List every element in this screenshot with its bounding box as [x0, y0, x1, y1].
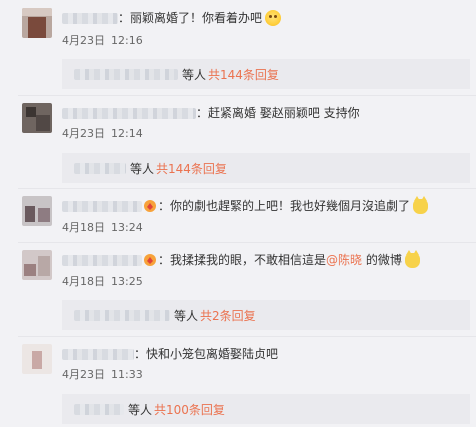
comment-text: 你的劇也趕緊的上吧！我也好幾個月沒追劇了	[170, 199, 411, 213]
reply-count-link[interactable]: 共100条回复	[154, 401, 225, 418]
divider	[18, 188, 476, 189]
reply-users-blurred	[74, 309, 170, 321]
reply-count-link[interactable]: 共144条回复	[208, 66, 279, 83]
member-badge-icon	[144, 254, 156, 266]
comment-time: 11:33	[111, 368, 143, 381]
reply-summary[interactable]: 等人 共100条回复	[62, 394, 470, 424]
reply-summary[interactable]: 等人 共2条回复	[62, 300, 470, 330]
avatar[interactable]	[22, 103, 52, 133]
reply-count-link[interactable]: 共144条回复	[156, 160, 227, 177]
comment-line: ： 赶紧离婚 娶赵丽颖吧 支持你	[62, 103, 360, 123]
comment-text: 赶紧离婚 娶赵丽颖吧 支持你	[208, 106, 360, 120]
comment-time: 13:24	[111, 221, 143, 234]
timestamp: 4月23日 11:33	[62, 367, 143, 383]
reply-who: 等人	[174, 308, 199, 323]
colon: ：	[118, 11, 131, 25]
comment-time: 12:14	[111, 127, 143, 140]
reply-who: 等人	[182, 67, 207, 82]
avatar[interactable]	[22, 250, 52, 280]
comment-text-after: 的微博	[362, 253, 402, 267]
comment-date: 4月23日	[62, 34, 105, 47]
comment-date: 4月23日	[62, 368, 105, 381]
comment-text: 快和小笼包离婚娶陆贞吧	[146, 347, 279, 361]
avatar[interactable]	[22, 8, 52, 38]
comment-line: ： 快和小笼包离婚娶陆贞吧	[62, 344, 278, 364]
comment-time: 13:25	[111, 275, 143, 288]
reply-users-blurred	[74, 68, 178, 80]
timestamp: 4月23日 12:16	[62, 33, 143, 49]
smile-emoji-icon	[265, 10, 282, 26]
colon: ：	[158, 199, 171, 213]
divider	[18, 336, 476, 337]
username-blurred[interactable]	[62, 107, 196, 119]
member-badge-icon	[144, 200, 156, 212]
avatar[interactable]	[22, 344, 52, 374]
comment-date: 4月23日	[62, 127, 105, 140]
mention-link[interactable]: @陈晓	[326, 250, 362, 270]
divider	[18, 95, 476, 96]
reply-count-link[interactable]: 共2条回复	[200, 307, 256, 324]
reply-who: 等人	[130, 161, 155, 176]
username-blurred[interactable]	[62, 254, 142, 266]
username-blurred[interactable]	[62, 200, 142, 212]
comment-line: ： 丽颖离婚了！你看着办吧	[62, 8, 282, 28]
comment-line: ： 你的劇也趕緊的上吧！我也好幾個月沒追劇了	[62, 195, 429, 216]
divider	[18, 242, 476, 243]
comment-date: 4月18日	[62, 221, 105, 234]
colon: ：	[134, 347, 147, 361]
cat-emoji-icon	[404, 249, 420, 268]
comment-date: 4月18日	[62, 275, 105, 288]
cat-emoji-icon	[413, 195, 429, 214]
username-blurred[interactable]	[62, 348, 134, 360]
reply-summary[interactable]: 等人 共144条回复	[62, 59, 470, 89]
colon: ：	[196, 106, 209, 120]
comment-text: 丽颖离婚了！你看着办吧	[130, 11, 263, 25]
timestamp: 4月23日 12:14	[62, 126, 143, 142]
reply-who: 等人	[128, 402, 153, 417]
reply-users-blurred	[74, 162, 126, 174]
avatar[interactable]	[22, 196, 52, 226]
comment-line: ： 我揉揉我的眼，不敢相信這是 @陈晓 的微博	[62, 249, 420, 270]
reply-summary[interactable]: 等人 共144条回复	[62, 153, 470, 183]
timestamp: 4月18日 13:25	[62, 274, 143, 290]
comment-text: 我揉揉我的眼，不敢相信這是	[170, 253, 327, 267]
comment-time: 12:16	[111, 34, 143, 47]
colon: ：	[158, 253, 171, 267]
reply-users-blurred	[74, 403, 124, 415]
timestamp: 4月18日 13:24	[62, 220, 143, 236]
username-blurred[interactable]	[62, 12, 118, 24]
